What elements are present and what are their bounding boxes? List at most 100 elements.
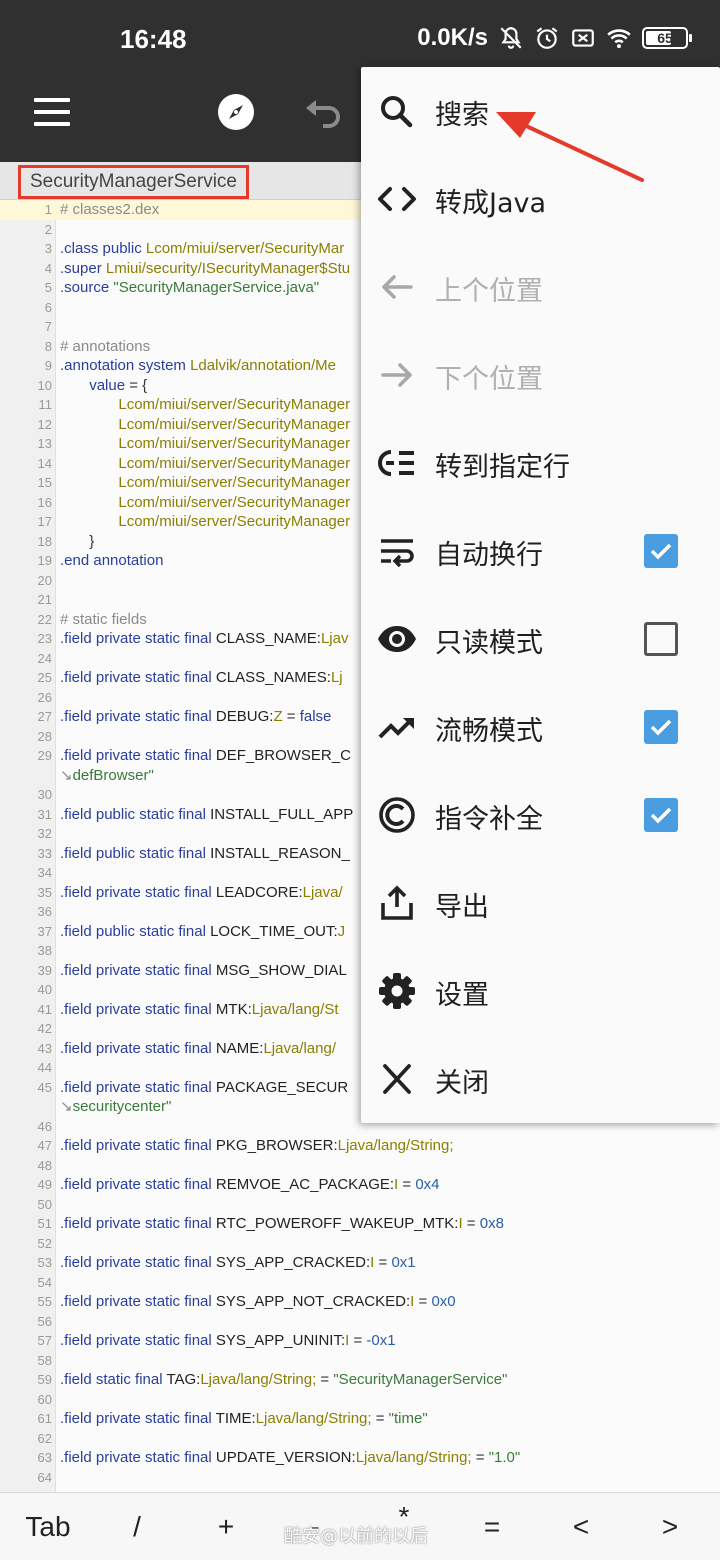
line-number: 39 [37,962,52,978]
line-number: 40 [37,982,52,997]
line-code: .field private static final PKG_BROWSER:… [60,1137,454,1154]
mute-icon [500,27,522,49]
code-line: 54 [0,1273,720,1293]
line-number: 60 [37,1391,52,1407]
line-number: 5 [44,280,52,295]
line-code: Lcom/miui/server/SecurityManager [118,435,351,452]
line-code: .field public static final INSTALL_FULL_… [60,805,354,823]
menu-item-export[interactable]: 导出 [361,859,720,947]
line-code: .field private static final RTC_POWEROFF… [60,1215,504,1232]
line-code: Lcom/miui/server/SecurityManager [118,454,351,472]
symbol-key-greater[interactable]: > [640,1511,700,1543]
sim-off-icon [572,29,594,47]
line-number: 26 [37,689,52,705]
trending-up-icon [378,718,414,739]
line-number: 33 [37,845,52,861]
line-number: 21 [37,592,52,607]
menu-item-code-completion[interactable]: 指令补全 [361,771,720,859]
menu-item-to-java[interactable]: 转成Java [361,155,720,243]
menu-icon[interactable] [34,98,70,126]
line-code: .field public static final LOCK_TIME_OUT… [60,922,346,940]
overflow-menu: 搜索 转成Java 上个位置 下个位置 转到指定行 自动换行 只读模式 流畅模式… [361,67,720,1123]
compass-icon[interactable] [218,94,254,130]
code-line: 53 .field private static final SYS_APP_CR… [0,1253,720,1273]
line-code: .source "SecurityManagerService.java" [60,279,320,296]
line-number: 58 [37,1352,52,1368]
line-number: 36 [37,904,52,919]
menu-item-next-position[interactable]: 下个位置 [361,331,720,419]
line-number: 41 [37,1001,52,1017]
menu-label-export: 导出 [435,892,489,923]
line-code: .field private static final LEADCORE:Lja… [60,883,343,901]
line-number: 14 [37,455,52,471]
gear-icon [379,973,415,1009]
code-icon [378,187,416,211]
line-number: 24 [37,650,52,666]
symbol-key-tab[interactable]: Tab [18,1511,78,1543]
arrow-left-icon [382,275,413,299]
code-line: 59 .field static final TAG:Ljava/lang/Str… [0,1370,720,1390]
line-number: 11 [38,397,53,412]
menu-item-goto-line[interactable]: 转到指定行 [361,419,720,507]
line-number: 63 [37,1450,52,1465]
line-code: # static fields [60,610,147,628]
watermark: 酷安@以前的以后 [284,1526,428,1547]
line-number: 27 [37,709,52,724]
line-number: 13 [37,436,52,451]
line-code: .field private static final DEBUG:Z = fa… [60,708,332,725]
menu-item-settings[interactable]: 设置 [361,947,720,1035]
search-icon [381,96,413,128]
line-number: 25 [37,670,52,685]
line-number: 32 [37,826,52,841]
line-number: 19 [37,553,52,568]
line-code: Lcom/miui/server/SecurityManager [118,415,351,433]
file-tab-name[interactable]: SecurityManagerService [18,165,249,199]
symbol-key-slash[interactable]: / [107,1511,167,1543]
status-icons: 0.0K/s 65 [417,24,692,52]
line-code: .class public Lcom/miui/server/SecurityM… [60,240,345,257]
code-line: 63 .field private static final UPDATE_VER… [0,1448,720,1468]
undo-icon[interactable] [303,96,343,128]
word-wrap-checkbox[interactable] [644,534,678,568]
line-number: 47 [37,1138,52,1153]
menu-item-smooth-mode[interactable]: 流畅模式 [361,683,720,771]
menu-item-close[interactable]: 关闭 [361,1035,720,1123]
line-number: 34 [37,865,52,880]
line-code: .field private static final MSG_SHOW_DIA… [60,961,347,979]
eye-icon [378,626,416,652]
line-number: 42 [37,1021,52,1036]
code-line: 56 [0,1312,720,1332]
status-time: 16:48 [120,24,187,54]
line-number: 37 [37,923,52,939]
menu-item-prev-position[interactable]: 上个位置 [361,243,720,331]
line-code: .field public static final INSTALL_REASO… [60,844,350,862]
line-code: .field private static final CLASS_NAME:L… [60,630,349,647]
line-number: 18 [37,533,52,549]
line-code: ↘securitycenter" [60,1098,172,1115]
symbol-key-equals[interactable]: = [462,1511,522,1543]
line-number: 3 [44,241,52,256]
code-line: 57 .field private static final SYS_APP_UN… [0,1331,720,1351]
line-number: 64 [37,1469,52,1485]
line-code: .field private static final UPDATE_VERSI… [60,1449,521,1466]
line-number: 46 [37,1118,52,1134]
line-code: .field static final TAG:Ljava/lang/Strin… [60,1371,508,1388]
net-speed: 0.0K/s [417,24,488,51]
symbol-key-less[interactable]: < [551,1511,611,1543]
read-only-checkbox[interactable] [644,622,678,656]
smooth-mode-checkbox[interactable] [644,710,678,744]
wrap-text-icon [381,539,414,568]
line-number: 43 [37,1040,52,1056]
line-code: .annotation system Ldalvik/annotation/Me [60,357,337,374]
menu-item-word-wrap[interactable]: 自动换行 [361,507,720,595]
line-number: 52 [37,1235,52,1251]
menu-label-goto-line: 转到指定行 [435,452,570,483]
menu-item-search[interactable]: 搜索 [361,67,720,155]
code-completion-checkbox[interactable] [644,798,678,832]
menu-item-read-only[interactable]: 只读模式 [361,595,720,683]
line-number: 22 [37,611,52,627]
code-line: 49 .field private static final REMVOE_AC_… [0,1175,720,1195]
code-line: 50 [0,1195,720,1215]
line-code: .field private static final REMVOE_AC_PA… [60,1176,440,1193]
symbol-key-plus[interactable]: + [196,1511,256,1543]
